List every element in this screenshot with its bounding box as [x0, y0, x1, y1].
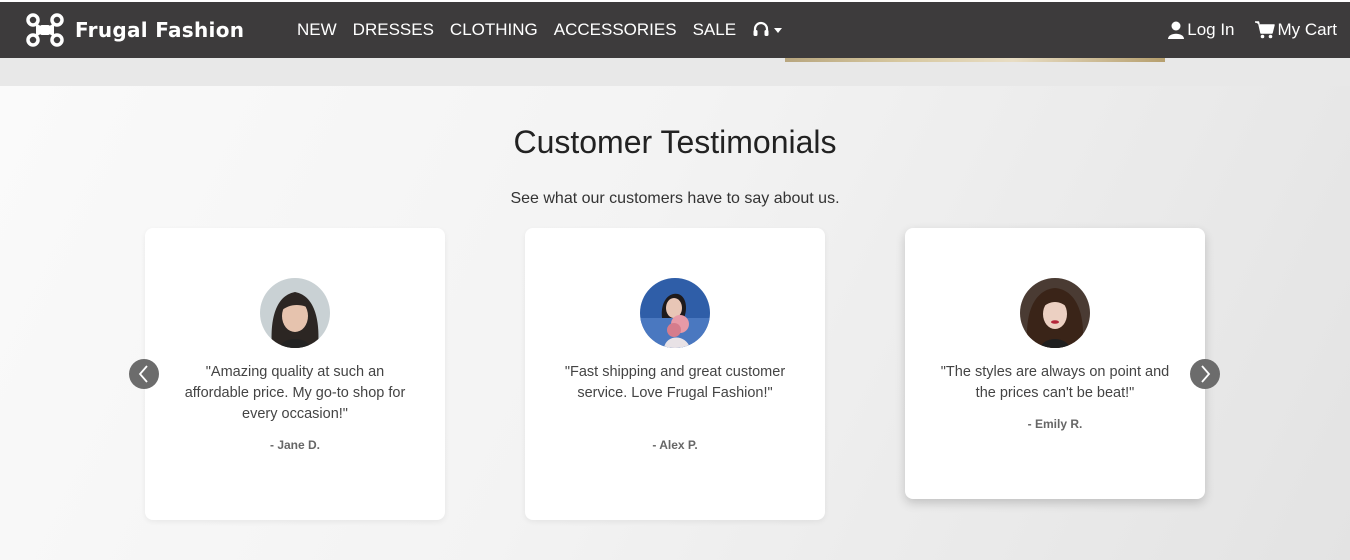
- caret-down-icon: [774, 27, 783, 33]
- testimonial-author: - Alex P.: [652, 438, 698, 452]
- header-actions: Log In My Cart: [1168, 2, 1337, 58]
- chevron-right-icon: [1201, 365, 1211, 383]
- customer-avatar: [1020, 278, 1090, 348]
- nav-link-dresses[interactable]: DRESSES: [353, 20, 434, 40]
- testimonials-section: Customer Testimonials See what our custo…: [0, 86, 1350, 560]
- nav-link-clothing[interactable]: CLOTHING: [450, 20, 538, 40]
- nav-link-sale[interactable]: SALE: [693, 20, 736, 40]
- login-link[interactable]: Log In: [1168, 20, 1235, 40]
- drone-icon: [26, 13, 64, 47]
- carousel-next-button[interactable]: [1190, 359, 1220, 389]
- testimonial-author: - Emily R.: [1027, 417, 1083, 431]
- headset-icon: [753, 21, 769, 36]
- hero-image: [785, 58, 1165, 62]
- testimonial-author: - Jane D.: [269, 438, 320, 452]
- customer-avatar: [260, 278, 330, 348]
- top-navbar: Frugal Fashion NEW DRESSES CLOTHING ACCE…: [0, 2, 1350, 58]
- brand-link[interactable]: Frugal Fashion: [25, 12, 244, 48]
- section-title: Customer Testimonials: [513, 124, 837, 160]
- user-icon: [1168, 21, 1185, 39]
- cart-icon: [1254, 21, 1275, 39]
- carousel-prev-button[interactable]: [129, 359, 159, 389]
- testimonial-card: "Amazing quality at such an affordable p…: [145, 228, 445, 520]
- testimonial-card: "The styles are always on point and the …: [905, 228, 1205, 499]
- chevron-left-icon: [138, 365, 148, 383]
- testimonial-quote: "Amazing quality at such an affordable p…: [184, 364, 406, 422]
- cart-link[interactable]: My Cart: [1254, 20, 1338, 40]
- testimonial-quote: "The styles are always on point and the …: [940, 364, 1170, 401]
- cart-label: My Cart: [1277, 20, 1338, 39]
- testimonial-quote: "Fast shipping and great customer servic…: [564, 364, 786, 401]
- nav-link-accessories[interactable]: ACCESSORIES: [554, 20, 677, 40]
- testimonial-card: "Fast shipping and great customer servic…: [525, 228, 825, 520]
- customer-avatar: [640, 278, 710, 348]
- section-subtitle: See what our customers have to say about…: [510, 190, 840, 207]
- hero-section: [0, 58, 1350, 86]
- nav-link-new[interactable]: NEW: [297, 20, 337, 40]
- main-nav: NEW DRESSES CLOTHING ACCESSORIES SALE: [297, 2, 783, 58]
- brand-name: Frugal Fashion: [75, 18, 245, 42]
- login-label: Log In: [1187, 20, 1235, 39]
- support-dropdown[interactable]: [752, 21, 783, 39]
